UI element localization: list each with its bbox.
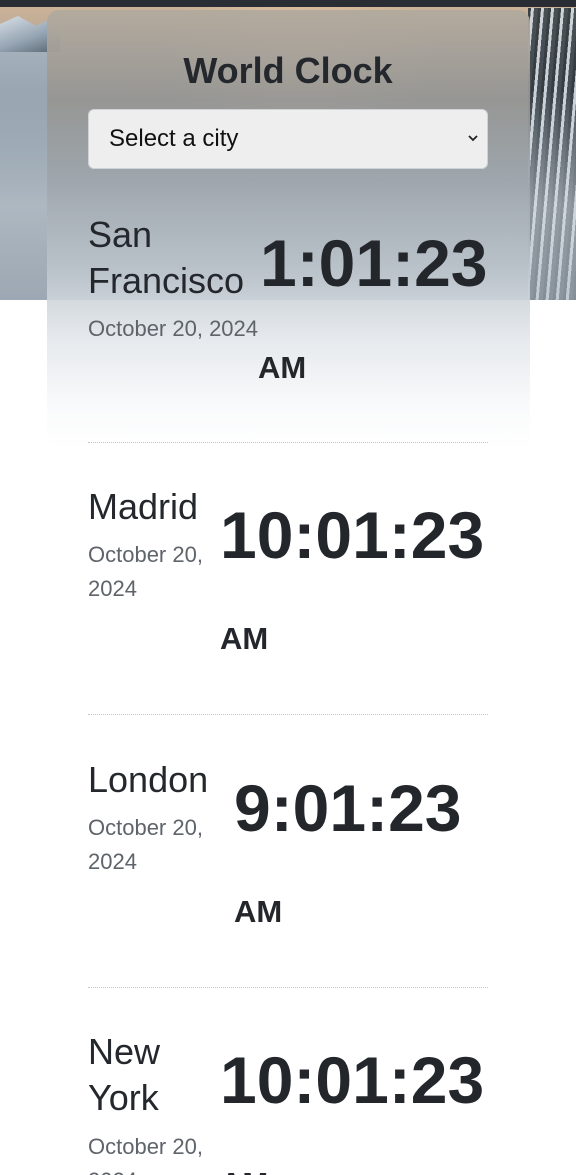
page-title: World Clock — [183, 50, 393, 91]
divider — [88, 442, 488, 443]
city-name: Madrid — [88, 486, 199, 527]
time-period: AM — [258, 350, 307, 385]
city-time: 10:01:23 — [220, 498, 485, 572]
clock-item-san-francisco: San Francisco October 20, 2024 1:01:23 A… — [88, 212, 488, 392]
city-time: 1:01:23 — [260, 226, 488, 300]
city-time: 10:01:23 — [220, 1043, 485, 1117]
city-select[interactable]: Select a city — [88, 109, 488, 169]
city-date: October 20, 2024 — [88, 815, 203, 874]
divider — [88, 714, 488, 715]
city-date: October 20, 2024 — [88, 1134, 203, 1175]
clock-item-london: London October 20, 2024 9:01:23 AM — [88, 757, 488, 937]
city-select-value: Select a city — [109, 125, 239, 152]
clock-item-new-york: New York October 20, 2024 10:01:23 AM — [88, 1029, 488, 1175]
city-time: 9:01:23 — [234, 771, 462, 845]
time-period: AM — [220, 1166, 268, 1175]
time-period: AM — [234, 894, 283, 929]
city-date: October 20, 2024 — [88, 542, 203, 601]
city-name: New York — [88, 1031, 161, 1118]
city-name: San Francisco — [88, 214, 245, 301]
chevron-down-icon — [468, 135, 478, 142]
city-date: October 20, 2024 — [88, 316, 259, 341]
divider — [88, 987, 488, 988]
clock-item-madrid: Madrid October 20, 2024 10:01:23 AM — [88, 484, 488, 664]
time-period: AM — [220, 621, 269, 656]
city-name: London — [88, 759, 209, 800]
top-bar — [0, 0, 576, 7]
